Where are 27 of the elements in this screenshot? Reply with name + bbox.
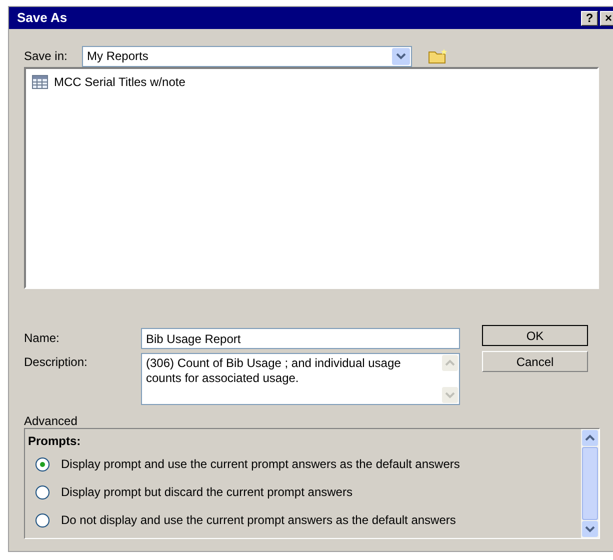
- name-label: Name:: [24, 330, 60, 347]
- description-text: (306) Count of Bib Usage ; and individual usage counts for associated usage.: [146, 356, 401, 385]
- description-label: Description:: [24, 354, 88, 371]
- option-label[interactable]: Do not display and use the current prompt answers as the default answers: [61, 511, 456, 529]
- save-in-label: Save in:: [24, 48, 68, 65]
- report-icon: [32, 75, 48, 89]
- radio-button[interactable]: [35, 512, 50, 528]
- cancel-button[interactable]: Cancel: [482, 351, 588, 372]
- save-in-dropdown[interactable]: My Reports: [82, 46, 412, 66]
- name-field[interactable]: Bib Usage Report: [141, 328, 460, 349]
- scroll-down-icon[interactable]: [582, 521, 598, 537]
- new-folder-icon[interactable]: [428, 48, 448, 64]
- advanced-label: Advanced: [24, 414, 78, 428]
- help-button[interactable]: ?: [581, 10, 598, 26]
- scroll-up-icon[interactable]: [582, 430, 598, 446]
- option-label[interactable]: Display prompt but discard the current prompt answers: [61, 483, 352, 501]
- scrollbar[interactable]: [581, 429, 599, 538]
- ok-button[interactable]: OK: [482, 325, 588, 346]
- prompts-heading: Prompts:: [28, 433, 82, 450]
- radio-button[interactable]: [35, 456, 50, 472]
- window-title: Save As: [17, 9, 68, 28]
- option-label[interactable]: Display prompt and use the current prompt answers as the default answers: [61, 455, 460, 473]
- close-button[interactable]: ×: [600, 10, 613, 26]
- radio-button[interactable]: [35, 484, 50, 500]
- file-item[interactable]: MCC Serial Titles w/note: [30, 73, 188, 91]
- scroll-thumb[interactable]: [582, 447, 598, 520]
- description-field[interactable]: (306) Count of Bib Usage ; and individual usage counts for associated usage.: [141, 353, 460, 405]
